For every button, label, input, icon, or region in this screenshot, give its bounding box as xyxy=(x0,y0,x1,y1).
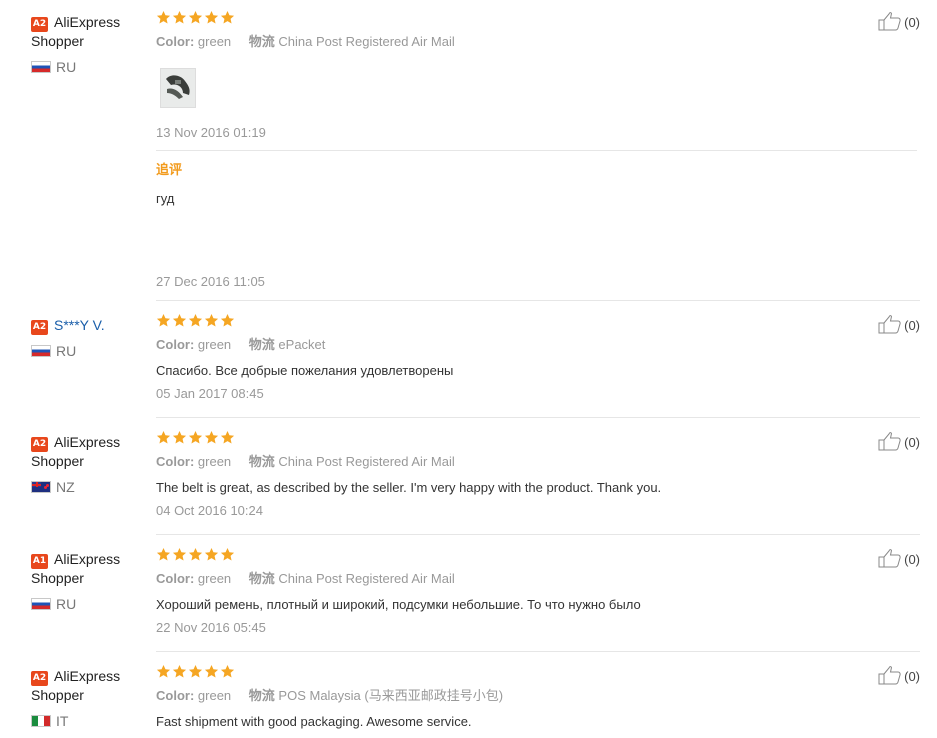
order-info: Color: green 物流 ePacket xyxy=(156,337,326,352)
review-item: A2 AliExpress Shopper NZ Color: green 物流 … xyxy=(0,420,937,534)
review-date: 04 Oct 2016 10:24 xyxy=(156,503,263,518)
star-icon xyxy=(156,547,171,561)
buyer-level-badge: A2 xyxy=(31,437,48,452)
buyer-level-badge: A1 xyxy=(31,554,48,569)
review-item: A1 AliExpress Shopper RU Color: green 物流 … xyxy=(0,537,937,651)
star-icon xyxy=(172,547,187,561)
review-divider xyxy=(156,300,920,301)
reviewer-country: RU xyxy=(31,59,76,75)
star-icon xyxy=(172,313,187,327)
review-item: A2 AliExpress Shopper IT Color: green 物流 … xyxy=(0,654,937,738)
star-rating xyxy=(156,10,235,28)
russia-flag-icon xyxy=(31,61,51,73)
helpful-button[interactable]: (0) xyxy=(878,548,920,570)
star-icon xyxy=(204,547,219,561)
order-info: Color: green 物流 China Post Registered Ai… xyxy=(156,571,455,586)
helpful-button[interactable]: (0) xyxy=(878,11,920,33)
new-zealand-flag-icon xyxy=(31,481,51,493)
review-date: 13 Nov 2016 01:19 xyxy=(156,125,266,140)
reviewer-name: A2 AliExpress xyxy=(31,434,121,452)
star-icon xyxy=(156,664,171,678)
reviewer-country: RU xyxy=(31,596,76,612)
review-photo-thumbnail[interactable] xyxy=(160,68,196,108)
review-date: 22 Nov 2016 05:45 xyxy=(156,620,266,635)
star-icon xyxy=(172,10,187,24)
reviews-list: A2 AliExpress Shopper RU Color: green 物流 … xyxy=(0,0,937,738)
followup-divider xyxy=(156,150,917,151)
order-info: Color: green 物流 China Post Registered Ai… xyxy=(156,34,455,49)
helpful-button[interactable]: (0) xyxy=(878,314,920,336)
review-divider xyxy=(156,417,920,418)
reviewer-name-line2: Shopper xyxy=(31,687,84,703)
order-info: Color: green 物流 China Post Registered Ai… xyxy=(156,454,455,469)
star-icon xyxy=(188,430,203,444)
star-icon xyxy=(188,547,203,561)
reviewer-name: A2 AliExpress xyxy=(31,14,121,32)
star-icon xyxy=(204,313,219,327)
review-date: 05 Jan 2017 08:45 xyxy=(156,386,264,401)
italy-flag-icon xyxy=(31,715,51,727)
reviewer-info: A2 AliExpress Shopper NZ xyxy=(31,433,149,495)
thumbs-up-icon xyxy=(878,549,901,568)
reviewer-name-line2: Shopper xyxy=(31,570,84,586)
reviewer-name-line2: Shopper xyxy=(31,33,84,49)
reviewer-country: NZ xyxy=(31,479,75,495)
review-text: Хороший ремень, плотный и широкий, подсу… xyxy=(156,597,641,612)
star-icon xyxy=(204,430,219,444)
reviewer-name: A1 AliExpress xyxy=(31,551,121,569)
star-icon xyxy=(156,10,171,24)
thumbs-up-icon xyxy=(878,432,901,451)
helpful-button[interactable]: (0) xyxy=(878,431,920,453)
reviewer-info: A2 AliExpress Shopper RU xyxy=(31,13,149,75)
star-icon xyxy=(204,664,219,678)
star-icon xyxy=(172,664,187,678)
order-info: Color: green 物流 POS Malaysia (马来西亚邮政挂号小包… xyxy=(156,688,504,703)
reviewer-name: A2 AliExpress xyxy=(31,668,121,686)
reviewer-info: A2 S***Y V. RU xyxy=(31,316,149,359)
helpful-button[interactable]: (0) xyxy=(878,665,920,687)
star-icon xyxy=(188,664,203,678)
thumbs-up-icon xyxy=(878,666,901,685)
reviewer-name[interactable]: A2 S***Y V. xyxy=(31,316,149,335)
reviewer-info: A2 AliExpress Shopper IT xyxy=(31,667,149,729)
followup-date: 27 Dec 2016 11:05 xyxy=(156,274,265,289)
star-icon xyxy=(220,430,235,444)
russia-flag-icon xyxy=(31,598,51,610)
review-text: Fast shipment with good packaging. Aweso… xyxy=(156,714,472,729)
star-icon xyxy=(220,10,235,24)
review-item: A2 S***Y V. RU Color: green 物流 ePacket Сп… xyxy=(0,303,937,417)
star-icon xyxy=(172,430,187,444)
review-text: Спасибо. Все добрые пожелания удовлетвор… xyxy=(156,363,454,378)
followup-label: 追评 xyxy=(156,162,183,177)
reviewer-country: IT xyxy=(31,713,68,729)
star-rating xyxy=(156,547,235,565)
star-rating xyxy=(156,313,235,331)
star-rating xyxy=(156,430,235,448)
star-rating xyxy=(156,664,235,682)
buyer-level-badge: A2 xyxy=(31,17,48,32)
reviewer-name-line2: Shopper xyxy=(31,453,84,469)
reviewer-info: A1 AliExpress Shopper RU xyxy=(31,550,149,612)
star-icon xyxy=(156,313,171,327)
star-icon xyxy=(188,10,203,24)
thumbs-up-icon xyxy=(878,315,901,334)
belt-photo-icon xyxy=(161,69,195,107)
star-icon xyxy=(156,430,171,444)
buyer-level-badge: A2 xyxy=(31,320,48,335)
russia-flag-icon xyxy=(31,345,51,357)
thumbs-up-icon xyxy=(878,12,901,31)
review-divider xyxy=(156,651,920,652)
review-divider xyxy=(156,534,920,535)
star-icon xyxy=(220,547,235,561)
review-item: A2 AliExpress Shopper RU Color: green 物流 … xyxy=(0,0,937,300)
star-icon xyxy=(204,10,219,24)
followup-text: гуд xyxy=(156,191,175,206)
reviewer-country: RU xyxy=(31,343,76,359)
review-text: The belt is great, as described by the s… xyxy=(156,480,662,495)
star-icon xyxy=(220,664,235,678)
buyer-level-badge: A2 xyxy=(31,671,48,686)
star-icon xyxy=(220,313,235,327)
star-icon xyxy=(188,313,203,327)
